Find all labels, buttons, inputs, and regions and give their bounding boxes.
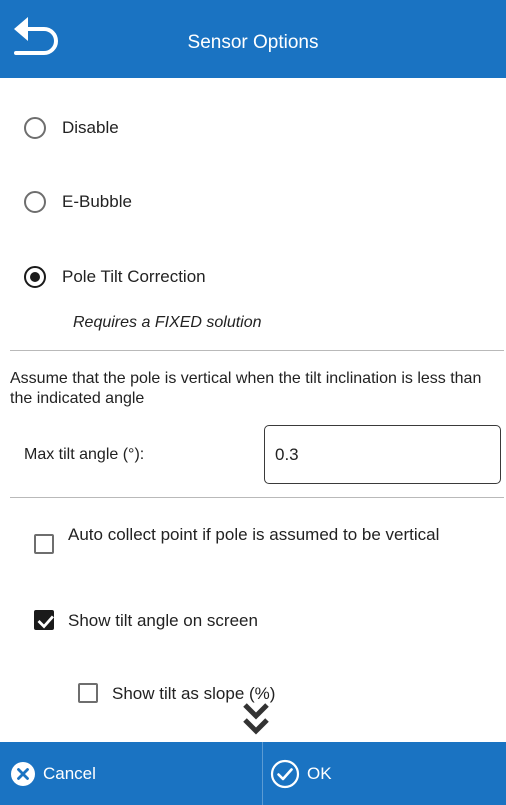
radio-disable[interactable]: Disable (24, 113, 119, 143)
divider (10, 350, 504, 351)
radio-e-bubble[interactable]: E-Bubble (24, 187, 132, 217)
radio-e-bubble-label: E-Bubble (62, 192, 132, 211)
fixed-solution-note: Requires a FIXED solution (73, 314, 262, 331)
checkbox-unchecked-icon[interactable] (78, 683, 98, 703)
checkbox-show-tilt-angle-label: Show tilt angle on screen (68, 610, 258, 630)
radio-unselected-icon[interactable] (24, 191, 46, 213)
checkbox-show-tilt-angle[interactable]: Show tilt angle on screen (34, 610, 258, 630)
cancel-label: Cancel (43, 763, 96, 783)
checkbox-unchecked-icon[interactable] (34, 534, 54, 554)
assume-vertical-description: Assume that the pole is vertical when th… (10, 370, 482, 407)
footer-separator (262, 742, 263, 805)
app-header: Sensor Options (0, 0, 506, 78)
radio-pole-tilt-correction[interactable]: Pole Tilt Correction (24, 262, 206, 292)
checkbox-checked-icon[interactable] (34, 610, 54, 630)
checkmark-icon (37, 615, 54, 629)
ok-check-icon (270, 759, 300, 788)
checkbox-auto-collect[interactable]: Auto collect point if pole is assumed to… (34, 525, 468, 554)
radio-disable-label: Disable (62, 118, 119, 137)
ok-button[interactable]: OK (270, 742, 332, 805)
checkbox-auto-collect-label: Auto collect point if pole is assumed to… (68, 525, 440, 544)
radio-unselected-icon[interactable] (24, 117, 46, 139)
cancel-x-icon (11, 761, 35, 786)
radio-dot (29, 271, 40, 282)
max-tilt-label: Max tilt angle (°): (24, 446, 145, 463)
radio-pole-tilt-label: Pole Tilt Correction (62, 267, 206, 286)
max-tilt-input[interactable] (264, 425, 501, 484)
cancel-button[interactable]: Cancel (10, 742, 96, 805)
ok-label: OK (307, 763, 332, 783)
page-title: Sensor Options (187, 32, 319, 53)
scroll-down-chevrons-icon[interactable] (241, 700, 271, 744)
radio-selected-icon[interactable] (24, 266, 46, 288)
divider (10, 497, 504, 498)
footer-bar: Cancel OK (0, 742, 506, 805)
